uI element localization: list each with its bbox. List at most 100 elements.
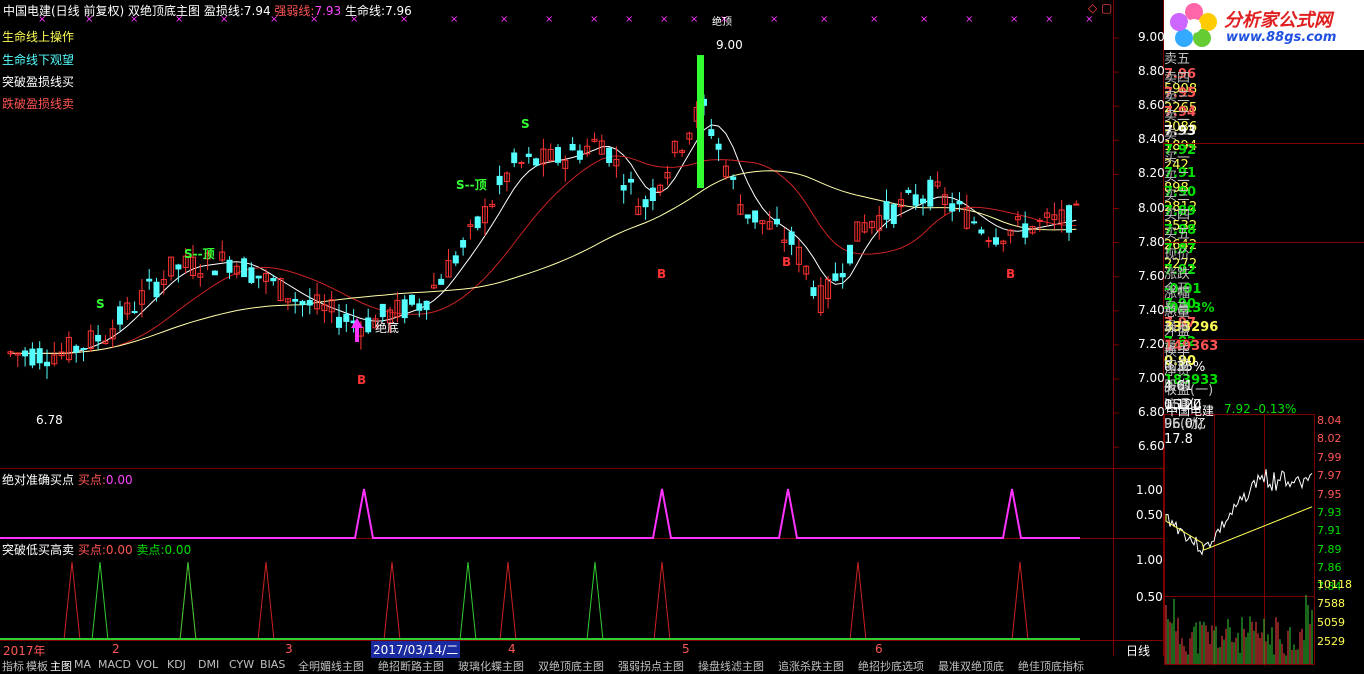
- candle-body: [474, 216, 481, 229]
- candle-body: [971, 221, 978, 224]
- order-label: 卖三: [1164, 90, 1191, 105]
- candle-body: [620, 185, 627, 191]
- tab-9[interactable]: BIAS: [260, 658, 285, 672]
- time-axis-year: 2017年: [3, 644, 46, 658]
- candle-body: [642, 199, 649, 208]
- tab-7[interactable]: DMI: [198, 658, 219, 672]
- quote2-row: 换手 0.35% 股本 153亿: [1164, 341, 1364, 413]
- price-axis-tick: 8.80: [1138, 64, 1165, 79]
- life-label: 生命线:: [345, 4, 386, 18]
- mini-axis-tick: 8.04: [1317, 414, 1342, 427]
- quote2-row: 净资 4.61 流通 96.0亿: [1164, 360, 1364, 432]
- period-label[interactable]: 日线: [1126, 642, 1150, 659]
- mini-price-line: [1165, 469, 1313, 556]
- mini-vol-axis-tick: 7588: [1317, 597, 1345, 610]
- tab-5[interactable]: VOL: [136, 658, 158, 672]
- mini-axis-tick: 7.95: [1317, 487, 1342, 501]
- candle-body: [730, 176, 737, 180]
- quote-row: 涨跌 -0.01 最高 7.97: [1164, 263, 1364, 331]
- mini-axis-tick: 7.86: [1317, 561, 1342, 575]
- intraday-mini-chart[interactable]: 中国电建 7.92 -0.13% 8.04 8.02 7.99 7.97 7.95 7.9…: [1164, 400, 1364, 666]
- order-book-buy-row: 买四 7.88 2642: [1164, 204, 1364, 253]
- time-axis-m6: 6: [875, 642, 883, 656]
- candle-body: [847, 244, 853, 264]
- ind2-axis-2: 0.50: [1136, 590, 1163, 604]
- quote-row: 现价 7.92 今开 7.90: [1164, 244, 1364, 312]
- tab-6[interactable]: KDJ: [167, 658, 186, 672]
- ind2-sell-spike: [586, 561, 604, 641]
- candle-body: [131, 311, 138, 314]
- candle-body: [175, 264, 182, 270]
- candle-body: [912, 194, 919, 206]
- candle-body: [365, 317, 372, 333]
- order-book-sell-row: 卖一 7.92 242: [1164, 124, 1364, 173]
- legend-item-3: 突破盈损线买: [2, 75, 75, 89]
- life-value: 7.96: [385, 4, 412, 18]
- candle-body: [883, 201, 890, 220]
- candle-body: [628, 178, 634, 183]
- candle-body: [73, 345, 80, 353]
- quote-row: 外盘 149363 内盘 183933: [1164, 320, 1364, 388]
- candle-body: [270, 278, 277, 282]
- tab-17[interactable]: 绝招抄底选项: [858, 658, 924, 673]
- tab-11[interactable]: 绝招断路主图: [378, 658, 444, 673]
- order-label: 买一: [1164, 151, 1191, 166]
- logo-url: www.88gs.com: [1226, 30, 1337, 45]
- candle-body: [423, 300, 430, 311]
- ind2-buy-label: 买点:: [77, 543, 106, 557]
- tab-1[interactable]: 模板: [26, 658, 48, 673]
- tab-13[interactable]: 双绝顶底主图: [538, 658, 604, 673]
- legend-item-2: 生命线下观望: [2, 53, 75, 67]
- candle-body: [343, 313, 350, 322]
- price-axis-tick: 8.20: [1138, 166, 1165, 181]
- tab-8[interactable]: CYW: [229, 658, 254, 672]
- candle-body: [576, 150, 583, 160]
- candle-body: [744, 214, 751, 219]
- candle-body: [1036, 219, 1043, 222]
- jue-ding-label: 绝顶: [712, 17, 732, 28]
- tab-12[interactable]: 玻璃化蝶主图: [458, 658, 524, 673]
- quote-label: 涨幅: [1164, 286, 1191, 301]
- candle-body: [241, 258, 248, 278]
- candlestick-chart[interactable]: × × × × × × × × × × × × × × × × × × × × × × × × ×: [0, 0, 1164, 666]
- tab-2[interactable]: 主图: [50, 658, 72, 673]
- quote-label: 收益(一): [1164, 383, 1214, 398]
- candle-body: [496, 175, 503, 186]
- candle-body: [810, 287, 817, 297]
- ind2-buy-spike: [653, 561, 671, 641]
- candle-body: [1073, 203, 1080, 206]
- window-controls[interactable]: ◇ ▢: [1088, 1, 1112, 15]
- jue-di-label: 绝底: [375, 321, 400, 335]
- candle-body: [211, 270, 218, 276]
- tab-14[interactable]: 强弱拐点主图: [618, 658, 684, 673]
- candle-body: [993, 237, 999, 245]
- ind1-axis-1: 1.00: [1136, 483, 1163, 497]
- candle-body: [80, 348, 87, 351]
- tab-0[interactable]: 指标: [2, 658, 24, 673]
- ind2-buy-spike: [383, 561, 401, 641]
- candle-body: [927, 179, 934, 207]
- price-axis-tick: 7.80: [1138, 234, 1165, 249]
- candle-body: [788, 231, 795, 245]
- tab-10[interactable]: 全明媚线主图: [298, 658, 364, 673]
- tab-15[interactable]: 操盘线滤主图: [698, 658, 764, 673]
- high-price-label: 9.00: [716, 38, 743, 52]
- candle-body: [890, 204, 897, 225]
- mini-chart-price: 7.92: [1224, 402, 1251, 416]
- order-divider: [1164, 143, 1364, 144]
- tab-19[interactable]: 绝佳顶底指标: [1018, 658, 1084, 673]
- signal-b-3: B: [782, 255, 792, 269]
- mini-chart-change: -0.13%: [1254, 402, 1297, 416]
- tab-18[interactable]: 最准双绝顶底: [938, 658, 1004, 673]
- ind2-header: 突破低买高卖 买点:0.00 卖点:0.00: [2, 541, 191, 558]
- candle-body: [401, 299, 408, 319]
- mini-vol-axis-tick: 5059: [1317, 616, 1345, 629]
- price-axis-tick: 8.60: [1138, 98, 1165, 113]
- tab-3[interactable]: MA: [74, 658, 91, 672]
- candle-body: [774, 218, 780, 225]
- top-mark: ×: [690, 14, 698, 25]
- mini-axis-tick: 7.93: [1317, 506, 1342, 519]
- signal-s-top-1: S--顶: [184, 247, 215, 261]
- tab-4[interactable]: MACD: [98, 658, 131, 672]
- tab-16[interactable]: 追涨杀跌主图: [778, 658, 844, 673]
